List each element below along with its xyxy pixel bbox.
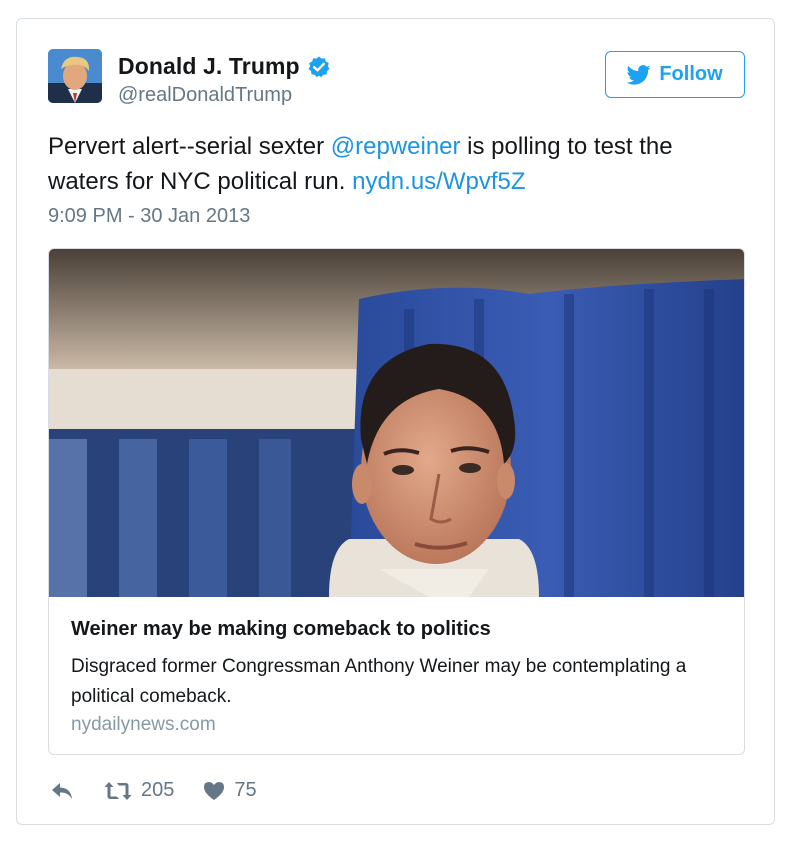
reply-icon xyxy=(52,782,72,799)
retweet-icon xyxy=(104,781,132,800)
author-handle[interactable]: @realDonaldTrump xyxy=(118,84,292,107)
card-title: Weiner may be making comeback to politic… xyxy=(71,618,491,640)
twitter-bird-icon xyxy=(627,64,651,85)
retweet-count: 205 xyxy=(141,779,175,801)
card-domain: nydailynews.com xyxy=(71,714,216,735)
retweet-button[interactable]: 205 xyxy=(104,779,174,802)
like-button[interactable]: 75 xyxy=(203,779,257,802)
tweet-text: Pervert alert--serial sexter @repweiner … xyxy=(48,129,738,199)
card-description: Disgraced former Congressman Anthony Wei… xyxy=(71,656,687,707)
verified-badge-icon xyxy=(308,56,330,77)
mention-link[interactable]: @repweiner xyxy=(331,133,461,160)
tweet-timestamp[interactable]: 9:09 PM - 30 Jan 2013 xyxy=(48,205,250,228)
link-preview-card[interactable]: Weiner may be making comeback to politic… xyxy=(48,248,745,755)
avatar[interactable] xyxy=(48,49,102,103)
tweet-url-link[interactable]: nydn.us/Wpvf5Z xyxy=(352,168,525,195)
reply-button[interactable] xyxy=(50,781,74,801)
tweet-card: Donald J. Trump @realDonaldTrump Follow … xyxy=(16,18,775,825)
tweet-text-part: Pervert alert--serial sexter xyxy=(48,133,331,160)
tweet-actions: 205 75 xyxy=(50,779,257,802)
follow-button-label: Follow xyxy=(659,63,723,85)
heart-icon xyxy=(204,781,225,800)
display-name[interactable]: Donald J. Trump xyxy=(118,53,300,80)
like-count: 75 xyxy=(234,779,257,801)
card-image xyxy=(49,249,744,597)
follow-button[interactable]: Follow xyxy=(605,51,745,98)
author-name-row[interactable]: Donald J. Trump xyxy=(118,53,331,80)
